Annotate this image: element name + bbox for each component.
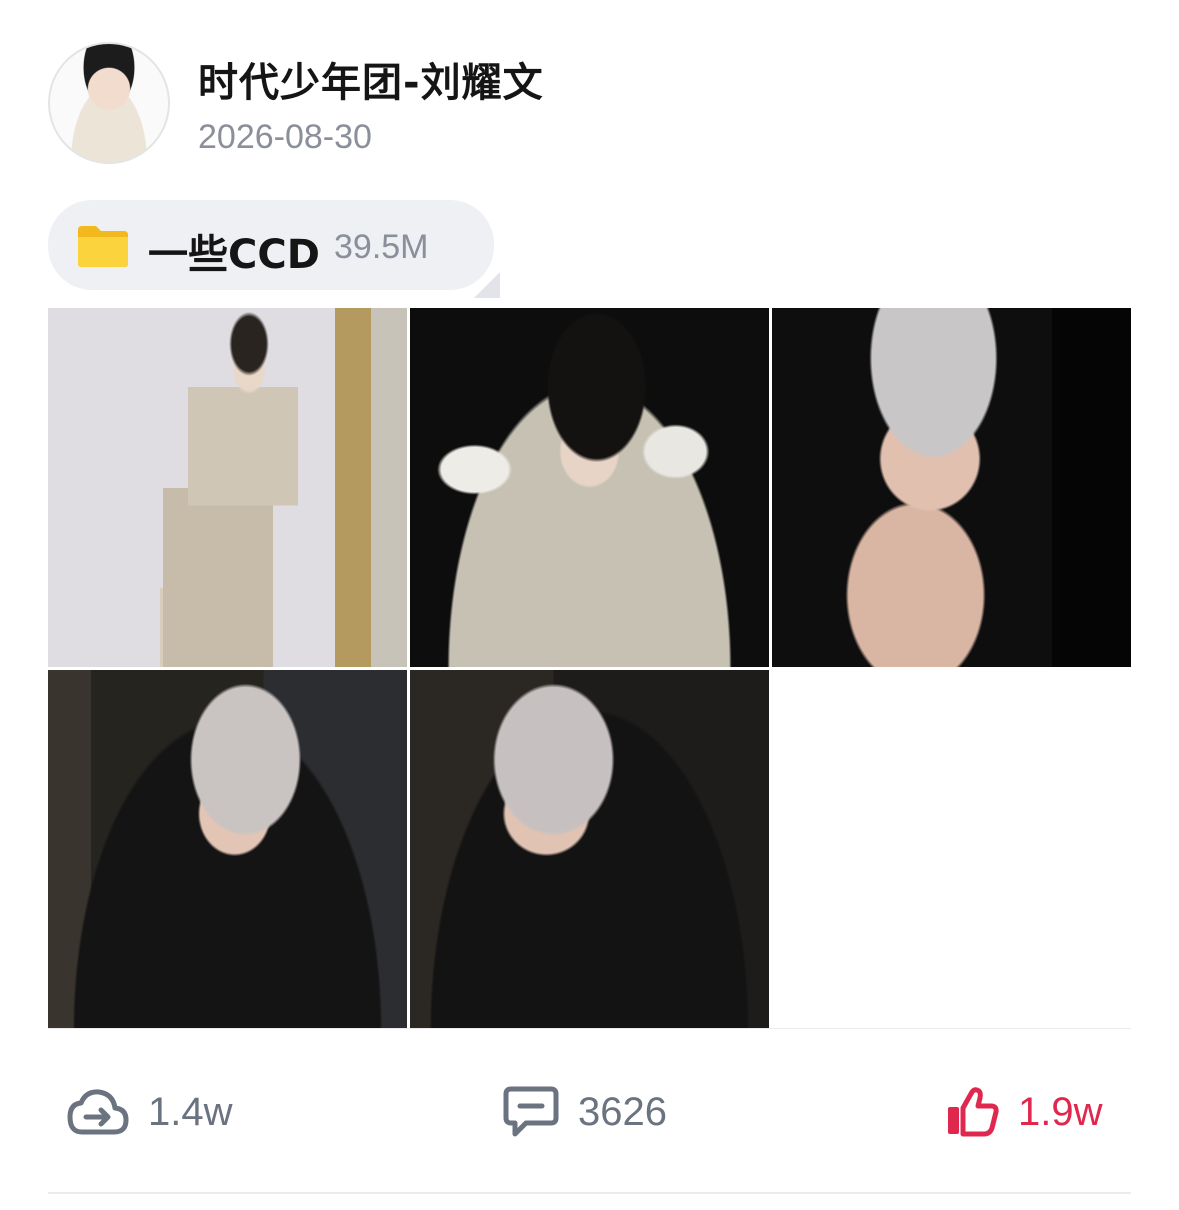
post-date: 2026-08-30 xyxy=(198,118,372,156)
photo-5[interactable] xyxy=(410,670,769,1029)
author-avatar[interactable] xyxy=(48,42,170,164)
file-size: 39.5M xyxy=(334,228,429,266)
like-button[interactable]: 1.9w xyxy=(944,1080,1103,1144)
share-button[interactable]: 1.4w xyxy=(66,1080,233,1144)
photo-3[interactable] xyxy=(772,308,1131,667)
like-count: 1.9w xyxy=(1018,1089,1103,1134)
file-attachment[interactable]: 一些CCD 39.5M xyxy=(48,200,500,298)
comment-button[interactable]: 3626 xyxy=(502,1080,667,1144)
comment-count: 3626 xyxy=(578,1089,667,1134)
photo-1[interactable] xyxy=(48,308,407,667)
file-name: 一些CCD xyxy=(148,232,320,278)
cloud-share-icon xyxy=(67,1089,129,1135)
divider xyxy=(48,1192,1131,1194)
folder-icon xyxy=(78,226,128,267)
author-name[interactable]: 时代少年团-刘耀文 xyxy=(198,50,544,108)
divider xyxy=(48,1028,1131,1029)
share-count: 1.4w xyxy=(148,1089,233,1134)
photo-2[interactable] xyxy=(410,308,769,667)
photo-4[interactable] xyxy=(48,670,407,1029)
thumbs-up-icon xyxy=(948,1087,999,1137)
comment-icon xyxy=(503,1086,559,1137)
